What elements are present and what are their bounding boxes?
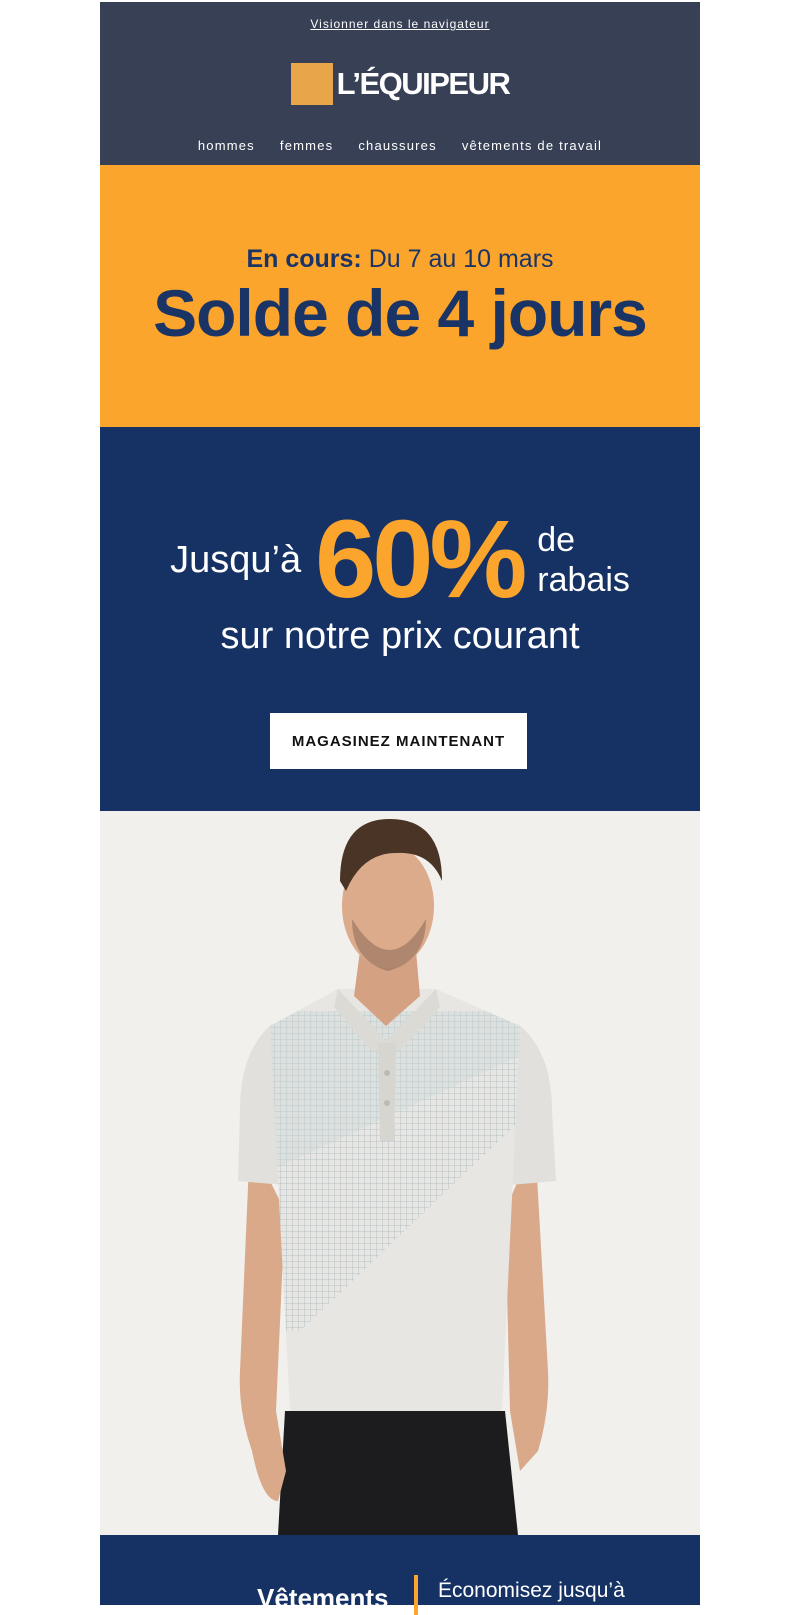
sale-date-range: Du 7 au 10 mars — [368, 245, 554, 273]
sale-status: En cours: — [246, 245, 362, 273]
bottom-divider — [414, 1575, 418, 1615]
sale-banner: En cours: Du 7 au 10 mars Solde de 4 jou… — [100, 165, 700, 427]
promo-section: Jusqu’à 60% de rabais sur notre prix cou… — [100, 427, 700, 811]
nav-item-vetements-de-travail[interactable]: vêtements de travail — [462, 138, 602, 153]
nav-item-hommes[interactable]: hommes — [198, 138, 255, 153]
promo-percent: 60% — [315, 498, 527, 621]
bottom-savings: Économisez jusqu’à — [438, 1579, 625, 1602]
promo-discount: rabais — [537, 561, 630, 599]
sale-dates: En cours: Du 7 au 10 mars — [100, 245, 700, 274]
bottom-category: Vêtements — [257, 1583, 389, 1613]
logo-text: L’ÉQUIPEUR — [336, 66, 511, 101]
promo-of-discount: de rabais — [537, 520, 630, 600]
nav-item-femmes[interactable]: femmes — [280, 138, 333, 153]
hero-product-image[interactable] — [100, 811, 700, 1535]
promo-subtitle: sur notre prix courant — [220, 615, 580, 657]
promo-of: de — [537, 521, 576, 559]
model-polo-illustration — [238, 819, 556, 1535]
promo-headline: Jusqu’à 60% de rabais — [100, 505, 700, 615]
email-header: Visionner dans le navigateur L’ÉQUIPEUR … — [100, 2, 700, 165]
view-in-browser-link[interactable]: Visionner dans le navigateur — [100, 17, 700, 31]
main-nav: hommes femmes chaussures vêtements de tr… — [100, 138, 700, 153]
logo-square-icon — [290, 63, 333, 105]
brand-logo[interactable]: L’ÉQUIPEUR — [100, 63, 700, 105]
promo-up-to: Jusqu’à — [170, 538, 302, 581]
shop-now-button[interactable]: MAGASINEZ MAINTENANT — [270, 713, 527, 769]
nav-item-chaussures[interactable]: chaussures — [358, 138, 436, 153]
bottom-banner: Vêtements Économisez jusqu’à — [100, 1535, 700, 1615]
email-container: Visionner dans le navigateur L’ÉQUIPEUR … — [100, 2, 700, 1615]
sale-title: Solde de 4 jours — [153, 276, 648, 350]
